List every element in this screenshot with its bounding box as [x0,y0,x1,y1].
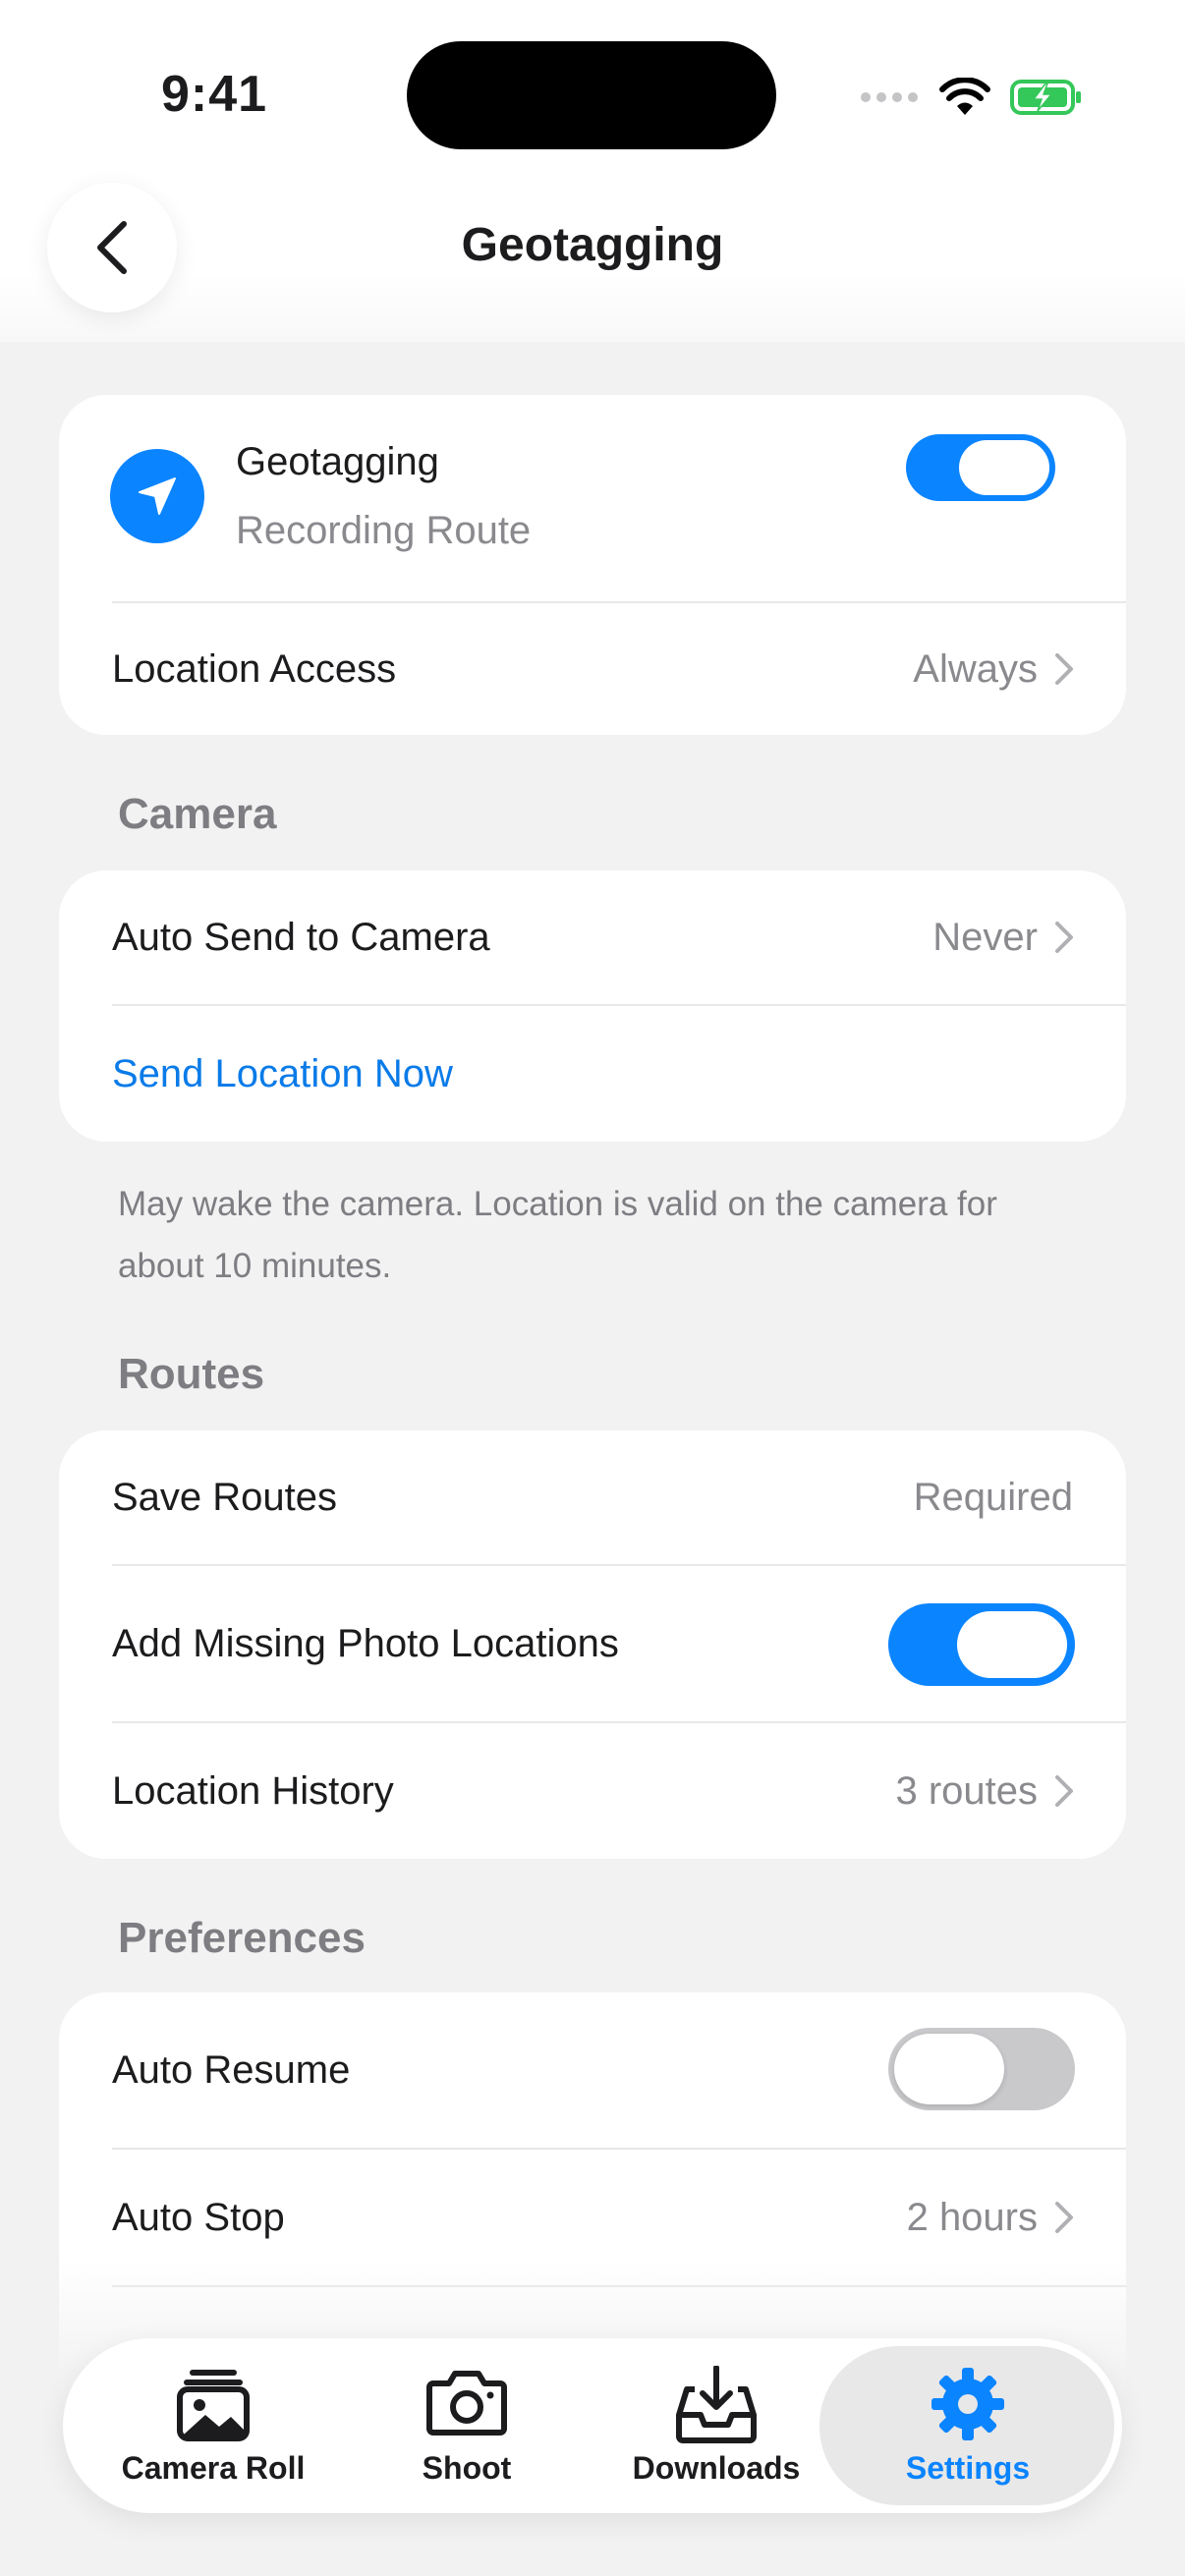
auto-stop-label: Auto Stop [112,2195,285,2239]
chevron-right-icon [1055,1775,1073,1807]
tab-settings[interactable]: Settings [845,2338,1091,2513]
location-history-value: 3 routes [895,1768,1038,1813]
location-arrow-icon [110,449,204,543]
save-routes-value: Required [913,1475,1073,1519]
section-title-camera: Camera [118,790,277,838]
chevron-right-icon [1055,2202,1073,2233]
tab-shoot[interactable]: Shoot [344,2338,590,2513]
gear-icon [931,2368,1004,2440]
routes-card: Save Routes Required Add Missing Photo L… [59,1430,1126,1859]
download-tray-icon [676,2366,757,2443]
add-missing-locations-label: Add Missing Photo Locations [112,1621,619,1665]
auto-resume-label: Auto Resume [112,2047,351,2092]
photo-stack-icon [177,2370,250,2441]
save-routes-label: Save Routes [112,1475,338,1519]
location-access-label: Location Access [112,646,397,691]
auto-send-label: Auto Send to Camera [112,915,490,959]
tab-label: Downloads [632,2450,801,2486]
chevron-right-icon [1055,653,1073,685]
location-access-value: Always [913,646,1038,691]
battery-charging-icon [1010,80,1081,115]
status-time: 9:41 [161,66,268,123]
camera-footnote: May wake the camera. Location is valid o… [118,1185,997,1285]
auto-resume-toggle[interactable] [888,2028,1075,2110]
location-history-label: Location History [112,1768,394,1813]
page-title: Geotagging [461,219,724,271]
signal-icon [861,92,918,102]
send-location-now-link[interactable]: Send Location Now [112,1052,453,1096]
save-routes-row: Save Routes Required [59,1430,1126,1564]
chevron-right-icon [1055,922,1073,953]
add-missing-locations-toggle[interactable] [888,1603,1075,1686]
geotagging-subtitle: Recording Route [236,509,532,552]
location-access-row[interactable]: Location Access Always [59,603,1126,735]
section-title-preferences: Preferences [118,1914,366,1962]
status-icons [859,73,1083,122]
auto-send-value: Never [932,915,1038,959]
tab-label: Shoot [422,2450,512,2486]
send-location-now-row[interactable]: Send Location Now [59,1006,1126,1142]
dynamic-island [407,41,776,149]
status-bar: 9:41 [0,0,1185,187]
wifi-icon [939,78,990,115]
auto-send-row[interactable]: Auto Send to Camera Never [59,870,1126,1004]
location-history-row[interactable]: Location History 3 routes [59,1723,1126,1859]
camera-card: Auto Send to Camera Never Send Location … [59,870,1126,1142]
tab-label: Camera Roll [121,2450,306,2486]
section-title-routes: Routes [118,1350,265,1398]
tab-camera-roll[interactable]: Camera Roll [90,2338,336,2513]
geotagging-toggle[interactable] [906,434,1055,501]
auto-stop-value: 2 hours [906,2195,1038,2239]
geotagging-title: Geotagging [236,440,439,483]
camera-icon [426,2371,507,2436]
geotagging-card: Geotagging Recording Route Location Acce… [59,395,1126,735]
tab-downloads[interactable]: Downloads [593,2338,839,2513]
tab-label: Settings [905,2450,1031,2486]
tab-bar: Camera Roll Shoot Downloads Settings [63,2338,1122,2513]
